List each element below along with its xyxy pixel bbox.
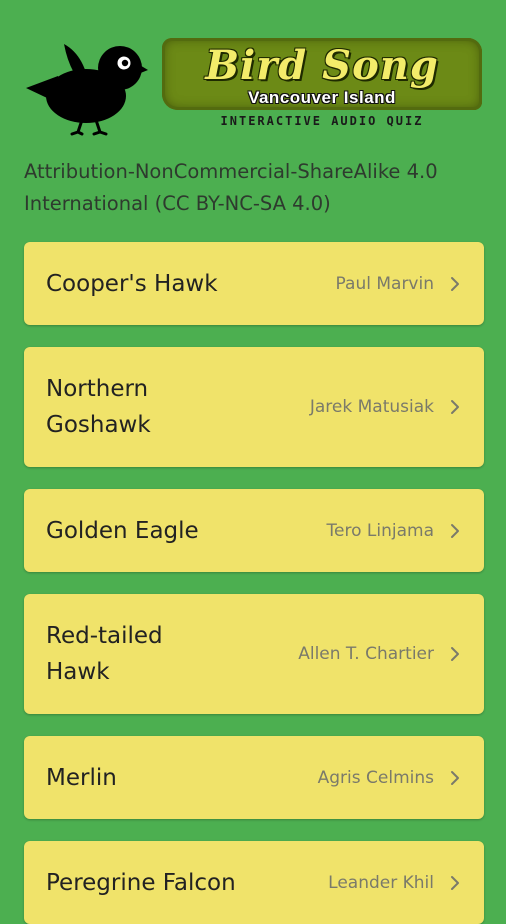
- bird-row-peregrine-falcon[interactable]: Peregrine Falcon Leander Khil: [24, 841, 484, 924]
- app-subtitle: Vancouver Island: [248, 88, 396, 107]
- bird-name: Cooper's Hawk: [46, 270, 218, 297]
- app-tagline: INTERACTIVE AUDIO QUIZ: [220, 114, 424, 128]
- bird-credit: Allen T. Chartier: [298, 644, 434, 664]
- bird-row-coopers-hawk[interactable]: Cooper's Hawk Paul Marvin: [24, 242, 484, 325]
- chevron-right-icon: [451, 400, 459, 414]
- bird-credit: Paul Marvin: [335, 273, 434, 294]
- chevron-right-icon: [451, 647, 459, 661]
- bird-row-merlin[interactable]: Merlin Agris Celmins: [24, 736, 484, 819]
- bird-credit: Leander Khil: [328, 872, 434, 893]
- chevron-right-icon: [451, 523, 459, 538]
- app-header: Bird Song Vancouver Island INTERACTIVE A…: [0, 0, 506, 150]
- chevron-right-icon: [451, 875, 459, 890]
- bird-name: Red-tailed Hawk: [46, 623, 163, 685]
- bird-credit: Agris Celmins: [317, 767, 434, 788]
- bird-name: Peregrine Falcon: [46, 869, 236, 896]
- chevron-right-icon: [451, 770, 459, 785]
- bird-credit: Jarek Matusiak: [309, 397, 434, 417]
- bird-name: Northern Goshawk: [46, 376, 151, 438]
- license-text: Attribution-NonCommercial-ShareAlike 4.0…: [24, 160, 438, 215]
- bird-name: Golden Eagle: [46, 517, 199, 544]
- bird-credit: Tero Linjama: [326, 520, 434, 541]
- bird-row-northern-goshawk[interactable]: Northern Goshawk Jarek Matusiak: [24, 347, 484, 467]
- chevron-right-icon: [451, 276, 459, 291]
- title-banner: Bird Song Vancouver Island: [162, 38, 482, 110]
- bird-row-golden-eagle[interactable]: Golden Eagle Tero Linjama: [24, 489, 484, 572]
- black-bird-icon: [26, 44, 148, 136]
- bird-row-red-tailed-hawk[interactable]: Red-tailed Hawk Allen T. Chartier: [24, 594, 484, 714]
- bird-name: Merlin: [46, 764, 117, 791]
- app-title: Bird Song: [205, 42, 439, 89]
